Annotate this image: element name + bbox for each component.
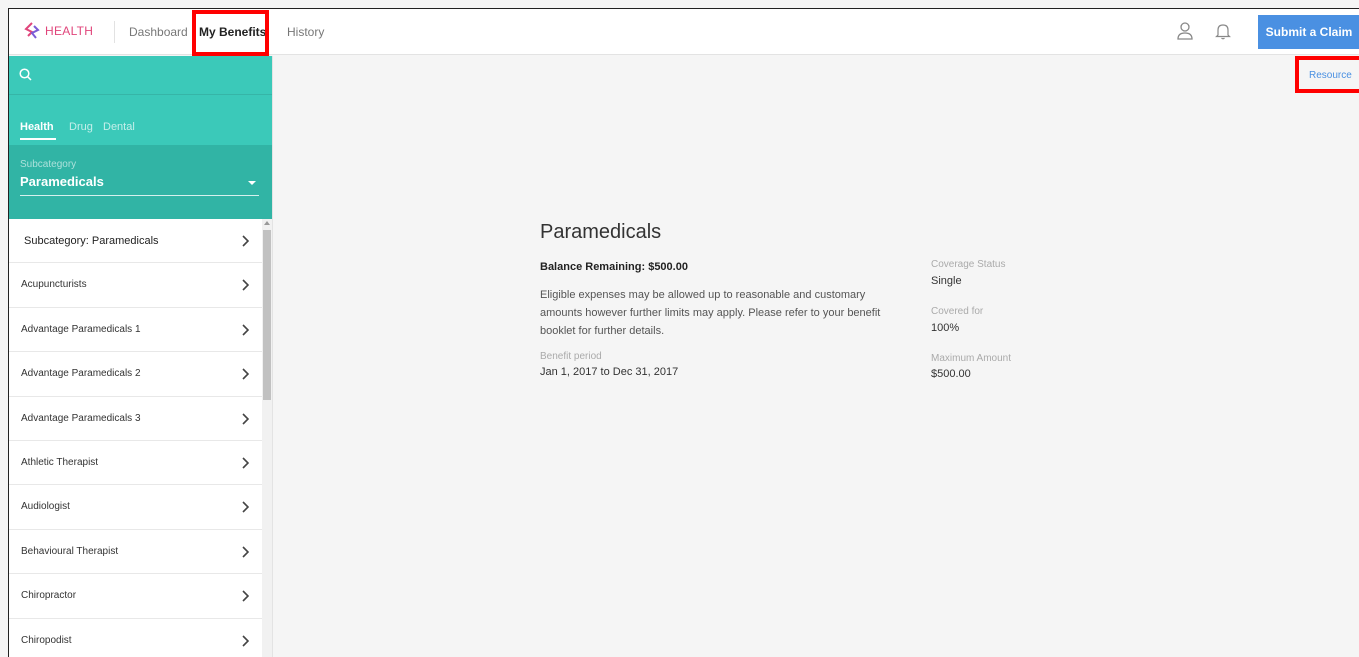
subcategory-label: Subcategory (20, 159, 77, 170)
list-item-advantage-paramedicals-1[interactable]: Advantage Paramedicals 1 (9, 308, 262, 353)
sidebar-scrollbar[interactable] (262, 219, 272, 657)
subcategory-select[interactable]: Subcategory Paramedicals (9, 145, 272, 219)
list-item-label: Advantage Paramedicals 3 (21, 412, 141, 424)
list-item-advantage-paramedicals-3[interactable]: Advantage Paramedicals 3 (9, 397, 262, 441)
list-item-behavioural-therapist[interactable]: Behavioural Therapist (9, 530, 262, 575)
subcategory-value[interactable]: Paramedicals (20, 174, 104, 189)
chevron-right-icon (242, 412, 249, 425)
notification-bell-icon[interactable] (1215, 22, 1231, 40)
logo-text: HEALTH (45, 24, 94, 38)
search-icon[interactable] (19, 68, 32, 81)
chevron-right-icon (242, 634, 249, 647)
covered-for-value: 100% (931, 322, 960, 334)
tab-dental[interactable]: Dental (103, 121, 135, 133)
sidebar-search-bar[interactable] (9, 56, 272, 95)
list-item-label: Subcategory: Paramedicals (24, 235, 159, 247)
submit-claim-button[interactable]: Submit a Claim (1258, 15, 1359, 49)
list-item-label: Athletic Therapist (21, 456, 99, 468)
list-item-chiropodist[interactable]: Chiropodist (9, 619, 262, 657)
scroll-up-arrow-icon[interactable] (264, 221, 270, 225)
list-item-advantage-paramedicals-2[interactable]: Advantage Paramedicals 2 (9, 352, 262, 397)
covered-for-label: Covered for (931, 306, 984, 317)
benefits-sidebar: Health Drug Dental Subcategory Paramedic… (9, 56, 273, 657)
list-item-subcategory-paramedicals[interactable]: Subcategory: Paramedicals (9, 219, 262, 264)
active-tab-indicator (20, 138, 56, 140)
benefit-description: Eligible expenses may be allowed up to r… (540, 289, 881, 337)
user-profile-icon[interactable] (1177, 22, 1193, 40)
nav-divider (114, 21, 115, 43)
subcategory-underline (20, 195, 259, 196)
list-item-athletic-therapist[interactable]: Athletic Therapist (9, 441, 262, 486)
chevron-right-icon (242, 501, 249, 513)
chevron-right-icon (242, 279, 249, 291)
list-item-chiropractor[interactable]: Chiropractor (9, 574, 262, 619)
benefit-type-tabs: Health Drug Dental (9, 95, 272, 145)
nav-dashboard[interactable]: Dashboard (129, 25, 188, 39)
top-navbar: HEALTH Dashboard My Benefits History Sub… (9, 9, 1359, 56)
balance-remaining: Balance Remaining: $500.00 (540, 261, 688, 273)
health-logo-icon (24, 22, 40, 39)
nav-history[interactable]: History (287, 25, 324, 39)
dropdown-caret-icon[interactable] (248, 181, 256, 185)
list-item-label: Advantage Paramedicals 2 (21, 368, 141, 380)
chevron-right-icon (242, 368, 249, 380)
list-item-label: Audiologist (21, 501, 70, 513)
benefit-period-label: Benefit period (540, 351, 602, 362)
highlight-box-resources (1295, 56, 1359, 93)
coverage-status-value: Single (931, 275, 962, 287)
logo[interactable]: HEALTH (23, 22, 93, 40)
coverage-status-label: Coverage Status (931, 259, 1006, 270)
tab-health[interactable]: Health (20, 121, 54, 133)
list-item-label: Chiropodist (21, 634, 72, 646)
maximum-amount-label: Maximum Amount (931, 353, 1012, 364)
chevron-right-icon (242, 235, 249, 247)
list-item-label: Behavioural Therapist (21, 545, 119, 557)
chevron-right-icon (242, 324, 249, 336)
maximum-amount-value: $500.00 (931, 368, 971, 380)
chevron-right-icon (242, 546, 249, 558)
list-item-label: Chiropractor (21, 590, 77, 602)
page-title: Paramedicals (540, 221, 662, 243)
tab-drug[interactable]: Drug (69, 121, 93, 133)
app-window: HEALTH Dashboard My Benefits History Sub… (8, 8, 1359, 657)
highlight-box-my-benefits (192, 10, 269, 56)
benefit-period-value: Jan 1, 2017 to Dec 31, 2017 (540, 366, 679, 378)
list-item-acupuncturists[interactable]: Acupuncturists (9, 263, 262, 308)
benefit-list: Subcategory: Paramedicals Acupuncturists… (9, 219, 262, 657)
list-item-label: Advantage Paramedicals 1 (21, 323, 141, 335)
scrollbar-thumb[interactable] (263, 230, 271, 400)
chevron-right-icon (242, 590, 249, 602)
list-item-audiologist[interactable]: Audiologist (9, 485, 262, 530)
chevron-right-icon (242, 457, 249, 469)
list-item-label: Acupuncturists (21, 279, 87, 291)
